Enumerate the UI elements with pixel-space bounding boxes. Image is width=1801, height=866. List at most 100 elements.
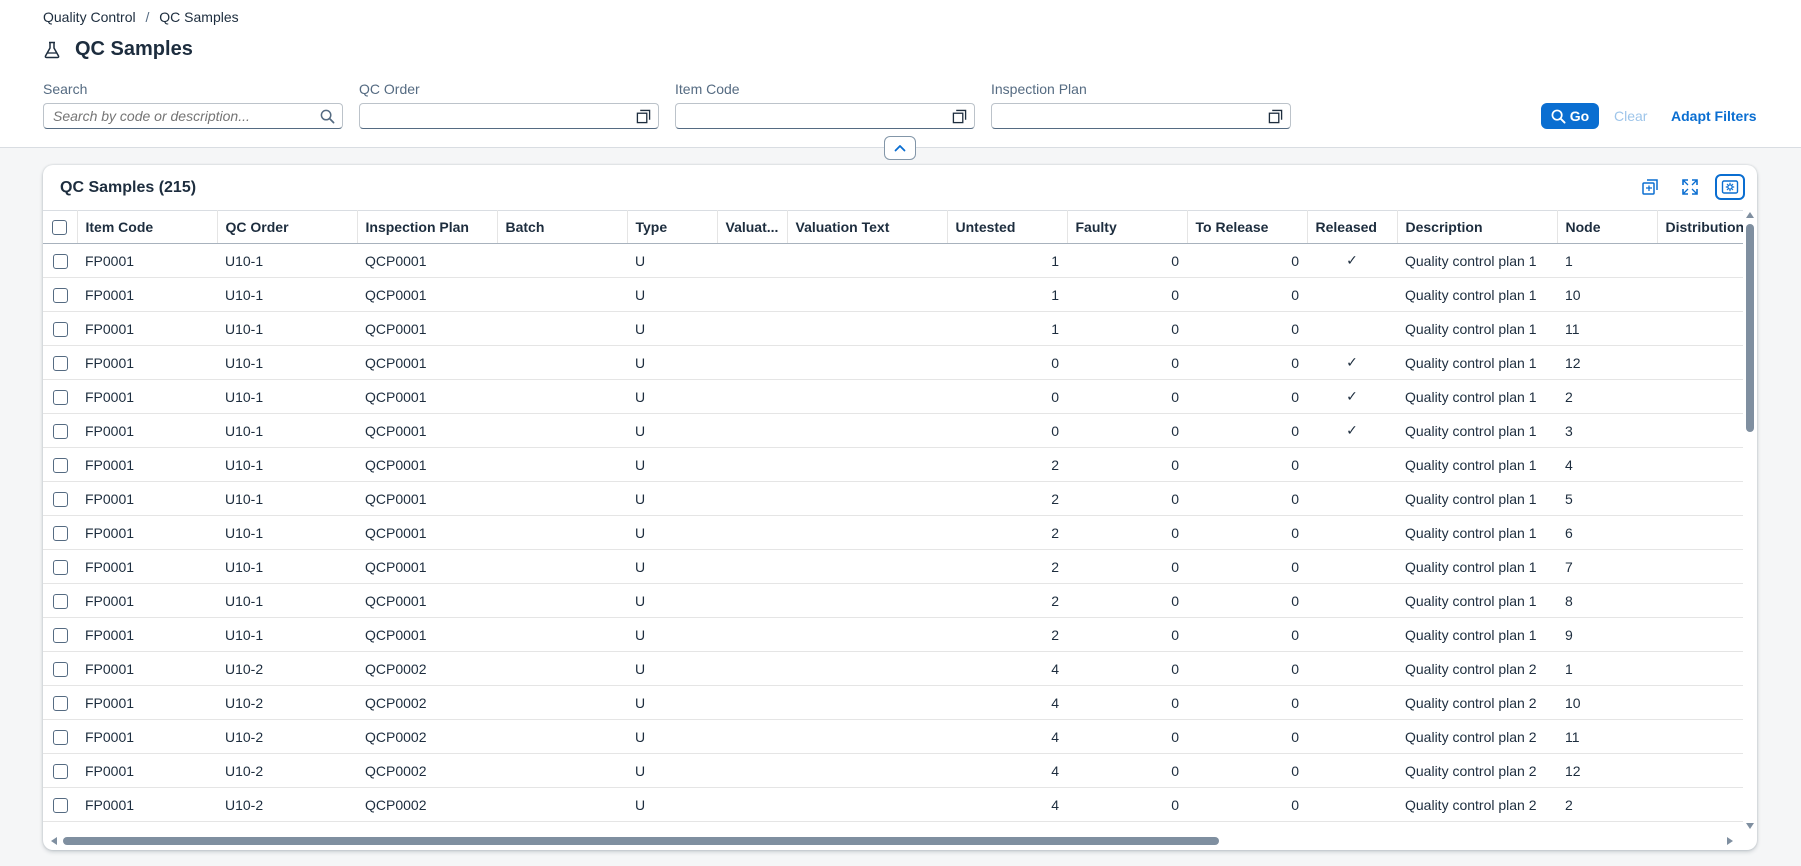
row-checkbox[interactable] — [52, 627, 68, 643]
scroll-left-arrow[interactable] — [51, 837, 57, 845]
horizontal-scroll-thumb[interactable] — [63, 837, 1219, 845]
row-checkbox[interactable] — [52, 729, 68, 745]
table-row[interactable]: FP0001 U10-1 QCP0001 U 1 0 0 ✓ Quality control p… — [43, 243, 1743, 278]
row-checkbox[interactable] — [52, 355, 68, 371]
cell-to-release: 0 — [1187, 379, 1307, 414]
cell-distribution — [1657, 277, 1743, 312]
collapse-header-button[interactable] — [884, 136, 916, 160]
table-row[interactable]: FP0001U10-2QCP0002U400Quality control pl… — [43, 651, 1743, 686]
cell-description: Quality control plan 1 — [1397, 481, 1557, 516]
cell-valuation-text — [787, 379, 947, 414]
table-row[interactable]: FP0001 U10-1 QCP0001 U 2 0 0 Quality control pl… — [43, 515, 1743, 550]
item-code-input[interactable] — [676, 104, 974, 128]
table-row[interactable]: FP0001 U10-1 QCP0001 U 2 0 0 Quality control pl… — [43, 583, 1743, 618]
row-checkbox[interactable] — [52, 661, 68, 677]
row-checkbox[interactable] — [52, 559, 68, 575]
search-input[interactable] — [44, 104, 342, 128]
row-select-cell — [43, 549, 77, 584]
table-row[interactable]: FP0001 U10-1 QCP0001 U 2 0 0 Quality control pl… — [43, 549, 1743, 584]
column-header-released[interactable]: Released — [1307, 210, 1398, 244]
clear-button[interactable]: Clear — [1614, 108, 1647, 124]
row-checkbox[interactable] — [52, 287, 68, 303]
column-header-batch[interactable]: Batch — [497, 210, 628, 244]
cell-type: U — [627, 515, 717, 550]
qc-order-label: QC Order — [359, 81, 420, 97]
table-row[interactable]: FP0001 U10-1 QCP0001 U 1 0 0 Quality control pl… — [43, 311, 1743, 346]
table-row[interactable]: FP0001 U10-1 QCP0001 U 0 0 0 ✓ Quality control p… — [43, 345, 1743, 380]
inspection-plan-input[interactable] — [992, 104, 1290, 128]
column-header-valuation[interactable]: Valuat... — [717, 210, 788, 244]
cell-description: Quality control plan 2 — [1397, 753, 1557, 788]
row-checkbox[interactable] — [52, 797, 68, 813]
export-button[interactable] — [1635, 174, 1665, 200]
scroll-down-arrow[interactable] — [1746, 823, 1754, 829]
cell-valuation — [717, 481, 787, 516]
column-header-valuation-text[interactable]: Valuation Text — [787, 210, 948, 244]
cell-description: Quality control plan 2 — [1397, 787, 1557, 822]
value-help-icon[interactable] — [636, 109, 651, 124]
row-checkbox[interactable] — [52, 695, 68, 711]
table-row[interactable]: FP0001U10-2QCP0002U400Quality control pl… — [43, 685, 1743, 720]
row-checkbox[interactable] — [52, 491, 68, 507]
table-row[interactable]: FP0001U10-2QCP0002U400Quality control pl… — [43, 787, 1743, 822]
column-header-distribution[interactable]: Distribution I — [1657, 210, 1743, 244]
row-checkbox[interactable] — [52, 457, 68, 473]
search-label: Search — [43, 81, 88, 97]
table-row[interactable]: FP0001U10-2QCP0002U400Quality control pl… — [43, 821, 1743, 830]
value-help-icon[interactable] — [1268, 109, 1283, 124]
cell-distribution — [1657, 787, 1743, 822]
horizontal-scrollbar[interactable] — [49, 836, 1739, 846]
cell-to-release: 0 — [1187, 243, 1307, 278]
breadcrumb-current: QC Samples — [159, 9, 239, 25]
column-header-qc-order[interactable]: QC Order — [217, 210, 358, 244]
breadcrumb-quality-control[interactable]: Quality Control — [43, 9, 136, 25]
column-header-inspection-plan[interactable]: Inspection Plan — [357, 210, 498, 244]
column-header-to-release[interactable]: To Release — [1187, 210, 1308, 244]
cell-description: Quality control plan 1 — [1397, 243, 1557, 278]
scroll-right-arrow[interactable] — [1727, 837, 1733, 845]
settings-button[interactable] — [1715, 174, 1745, 200]
row-checkbox[interactable] — [52, 763, 68, 779]
table-row[interactable]: FP0001 U10-1 QCP0001 U 1 0 0 Quality control pl… — [43, 277, 1743, 312]
cell-valuation — [717, 719, 787, 754]
scroll-up-arrow[interactable] — [1746, 212, 1754, 218]
column-header-node[interactable]: Node — [1557, 210, 1658, 244]
qc-order-input[interactable] — [360, 104, 658, 128]
column-header-item-code[interactable]: Item Code — [77, 210, 218, 244]
table-row[interactable]: FP0001 U10-1 QCP0001 U 2 0 0 Quality control pl… — [43, 617, 1743, 652]
column-header-type[interactable]: Type — [627, 210, 718, 244]
table-row[interactable]: FP0001 U10-1 QCP0001 U 2 0 0 Quality control pl… — [43, 481, 1743, 516]
cell-distribution — [1657, 651, 1743, 686]
cell-inspection-plan: QCP0001 — [357, 447, 497, 482]
cell-untested: 0 — [947, 345, 1067, 380]
cell-to-release: 0 — [1187, 447, 1307, 482]
fullscreen-button[interactable] — [1675, 174, 1705, 200]
row-checkbox[interactable] — [52, 253, 68, 269]
search-icon — [1551, 109, 1566, 124]
row-checkbox[interactable] — [52, 423, 68, 439]
row-checkbox[interactable] — [52, 321, 68, 337]
vertical-scrollbar[interactable] — [1745, 210, 1755, 829]
table-header-row: Item Code QC Order Inspection Plan Batch… — [43, 210, 1743, 244]
go-button[interactable]: Go — [1541, 103, 1599, 129]
cell-node: 1 — [1557, 243, 1657, 278]
row-checkbox[interactable] — [52, 525, 68, 541]
search-icon[interactable] — [320, 109, 335, 124]
row-checkbox[interactable] — [52, 593, 68, 609]
table-row[interactable]: FP0001 U10-1 QCP0001 U 0 0 0 ✓ Quality control p… — [43, 379, 1743, 414]
table-row[interactable]: FP0001 U10-1 QCP0001 U 2 0 0 Quality control pl… — [43, 447, 1743, 482]
cell-qc-order: U10-1 — [217, 277, 357, 312]
column-header-description[interactable]: Description — [1397, 210, 1558, 244]
table-row[interactable]: FP0001U10-2QCP0002U400Quality control pl… — [43, 719, 1743, 754]
row-checkbox[interactable] — [52, 389, 68, 405]
column-header-faulty[interactable]: Faulty — [1067, 210, 1188, 244]
column-header-untested[interactable]: Untested — [947, 210, 1068, 244]
cell-to-release: 0 — [1187, 311, 1307, 346]
vertical-scroll-thumb[interactable] — [1746, 224, 1754, 432]
adapt-filters-button[interactable]: Adapt Filters — [1671, 108, 1757, 124]
table-row[interactable]: FP0001U10-2QCP0002U400Quality control pl… — [43, 753, 1743, 788]
cell-faulty: 0 — [1067, 719, 1187, 754]
table-row[interactable]: FP0001 U10-1 QCP0001 U 0 0 0 ✓ Quality control p… — [43, 413, 1743, 448]
select-all-checkbox[interactable] — [52, 220, 68, 236]
value-help-icon[interactable] — [952, 109, 967, 124]
